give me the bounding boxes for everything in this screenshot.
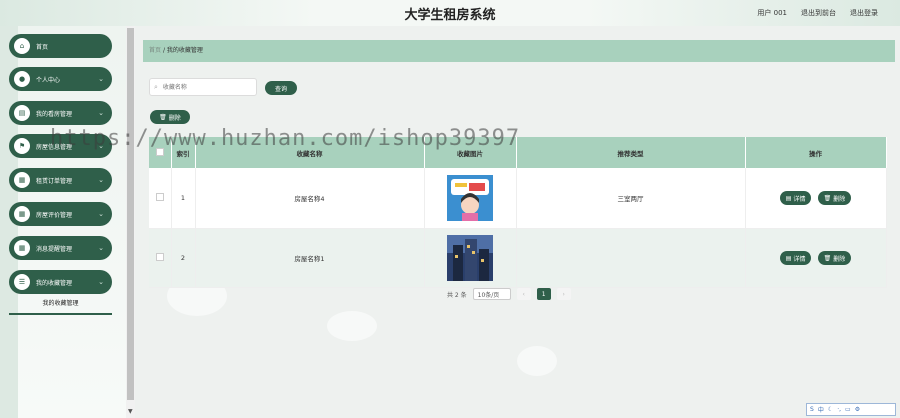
trash-icon: 🗑 <box>823 194 832 202</box>
row-index: 1 <box>171 168 196 229</box>
table-row: 1 房屋名称4 三室两厅 ▤ 详情 🗑 删除 <box>149 168 887 229</box>
sidebar-item-label: 个人中心 <box>36 76 61 84</box>
search-button[interactable]: 查询 <box>265 81 297 95</box>
settings-icon: ⚙ <box>854 406 861 413</box>
favorites-table: 索引 收藏名称 收藏图片 推荐类型 操作 1 房屋名称4 三室两厅 ▤ 详情 🗑… <box>149 137 887 288</box>
sidebar-item-house-reviews[interactable]: ▦ 房屋评价管理 ⌄ <box>9 202 112 226</box>
chevron-down-icon: ⌄ <box>98 278 104 286</box>
sidebar-item-favorites[interactable]: ☰ 我的收藏管理 ⌄ <box>9 270 112 294</box>
delete-button[interactable]: 🗑 删除 <box>817 251 852 265</box>
batch-delete-button[interactable]: 🗑 删除 <box>150 110 190 124</box>
sidebar-item-home[interactable]: ⌂ 首页 <box>9 34 112 58</box>
chevron-down-icon: ⌄ <box>98 176 104 184</box>
main-content: 首页 / 我的收藏管理 ⌕ 查询 🗑 删除 索引 收藏名称 收藏图片 推荐类型 <box>137 26 900 418</box>
sidebar-item-label: 租赁订单管理 <box>36 177 73 185</box>
grid-icon: ▦ <box>14 206 30 222</box>
breadcrumb-home[interactable]: 首页 <box>149 47 161 54</box>
detail-button[interactable]: ▤ 详情 <box>779 251 812 265</box>
list-icon: ☰ <box>14 274 30 290</box>
total-count: 共 2 条 <box>447 291 467 299</box>
breadcrumb-current: 我的收藏管理 <box>166 47 203 54</box>
row-index: 2 <box>171 228 196 288</box>
keyboard-icon: ▭ <box>845 406 851 413</box>
table-row: 2 房屋名称1 ▤ 详情 🗑 删除 <box>149 228 887 288</box>
page-size-select[interactable]: 10条/页 <box>472 288 511 300</box>
calendar-icon: ▤ <box>14 105 30 121</box>
row-name: 房屋名称1 <box>195 228 425 288</box>
grid-icon: ▦ <box>14 172 30 188</box>
trash-icon: 🗑 <box>823 254 832 262</box>
search-field[interactable]: ⌕ <box>149 78 257 96</box>
punctuation-icon: ·, <box>837 406 842 413</box>
row-checkbox[interactable] <box>155 193 164 201</box>
moon-icon: ☾ <box>827 406 834 413</box>
sidebar: ⌂ 首页 ● 个人中心 ⌄ ▤ 我的看房管理 ⌄ ⚑ 房屋信息管理 ⌄ ▦ 租赁… <box>0 26 126 418</box>
ime-toolbar[interactable]: S 中 ☾ ·, ▭ ⚙ <box>806 403 896 416</box>
sidebar-item-label: 消息提醒管理 <box>36 245 73 253</box>
row-type: 三室两厅 <box>516 168 746 229</box>
prev-page-button[interactable]: ‹ <box>516 288 531 300</box>
sidebar-subitem-favorites[interactable]: 我的收藏管理 <box>9 294 112 315</box>
trash-icon: 🗑 <box>159 113 167 121</box>
watermark-text: https://www.huzhan.com/ishop39397 <box>50 126 521 151</box>
sidebar-item-viewing[interactable]: ▤ 我的看房管理 ⌄ <box>9 101 112 125</box>
row-name: 房屋名称4 <box>195 168 425 229</box>
background-drop <box>517 346 557 376</box>
breadcrumb: 首页 / 我的收藏管理 <box>143 40 895 62</box>
pagination: 共 2 条 10条/页 ‹ 1 › <box>447 288 571 300</box>
search-input[interactable] <box>160 82 245 92</box>
delete-button[interactable]: 🗑 删除 <box>817 191 852 205</box>
sidebar-item-label: 房屋评价管理 <box>36 211 73 219</box>
chevron-down-icon: ⌄ <box>98 244 104 252</box>
sidebar-item-label: 我的收藏管理 <box>36 279 73 287</box>
row-type <box>516 228 746 288</box>
background-drop <box>327 311 377 341</box>
sidebar-item-personal-center[interactable]: ● 个人中心 ⌄ <box>9 67 112 91</box>
scrollbar-thumb[interactable] <box>127 28 134 400</box>
sidebar-item-label: 我的看房管理 <box>36 110 73 118</box>
ime-mode-icon: 中 <box>817 407 824 414</box>
row-checkbox[interactable] <box>155 253 164 261</box>
chevron-down-icon: ⌄ <box>98 109 104 117</box>
chevron-down-icon: ⌄ <box>98 210 104 218</box>
sidebar-item-label: 首页 <box>36 43 49 51</box>
document-icon: ▤ <box>785 194 792 202</box>
column-header-actions: 操作 <box>745 137 887 168</box>
search-icon: ⌕ <box>154 82 158 91</box>
next-page-button[interactable]: › <box>556 288 571 300</box>
document-icon: ▤ <box>785 254 792 262</box>
top-links: 用户 001 退出到前台 退出登录 <box>757 8 878 18</box>
back-to-frontend-link[interactable]: 退出到前台 <box>801 8 836 18</box>
breadcrumb-separator: / <box>162 47 165 54</box>
sidebar-item-messages[interactable]: ▦ 消息提醒管理 ⌄ <box>9 236 112 260</box>
home-icon: ⌂ <box>14 38 30 54</box>
logout-link[interactable]: 退出登录 <box>850 8 878 18</box>
ime-logo-icon: S <box>810 406 814 413</box>
page-number-button[interactable]: 1 <box>536 288 551 300</box>
user-icon: ● <box>14 71 30 87</box>
grid-icon: ▦ <box>14 240 30 256</box>
cartoon-image <box>447 175 493 221</box>
scroll-down-arrow-icon[interactable]: ▼ <box>128 408 133 415</box>
flag-icon: ⚑ <box>14 138 30 154</box>
top-bar: 大学生租房系统 用户 001 退出到前台 退出登录 <box>0 0 900 26</box>
user-name: 用户 001 <box>757 9 787 17</box>
detail-button[interactable]: ▤ 详情 <box>779 191 812 205</box>
sidebar-item-rental-orders[interactable]: ▦ 租赁订单管理 ⌄ <box>9 168 112 192</box>
building-image <box>447 235 493 281</box>
column-header-type: 推荐类型 <box>516 137 746 168</box>
chevron-down-icon: ⌄ <box>98 75 104 83</box>
